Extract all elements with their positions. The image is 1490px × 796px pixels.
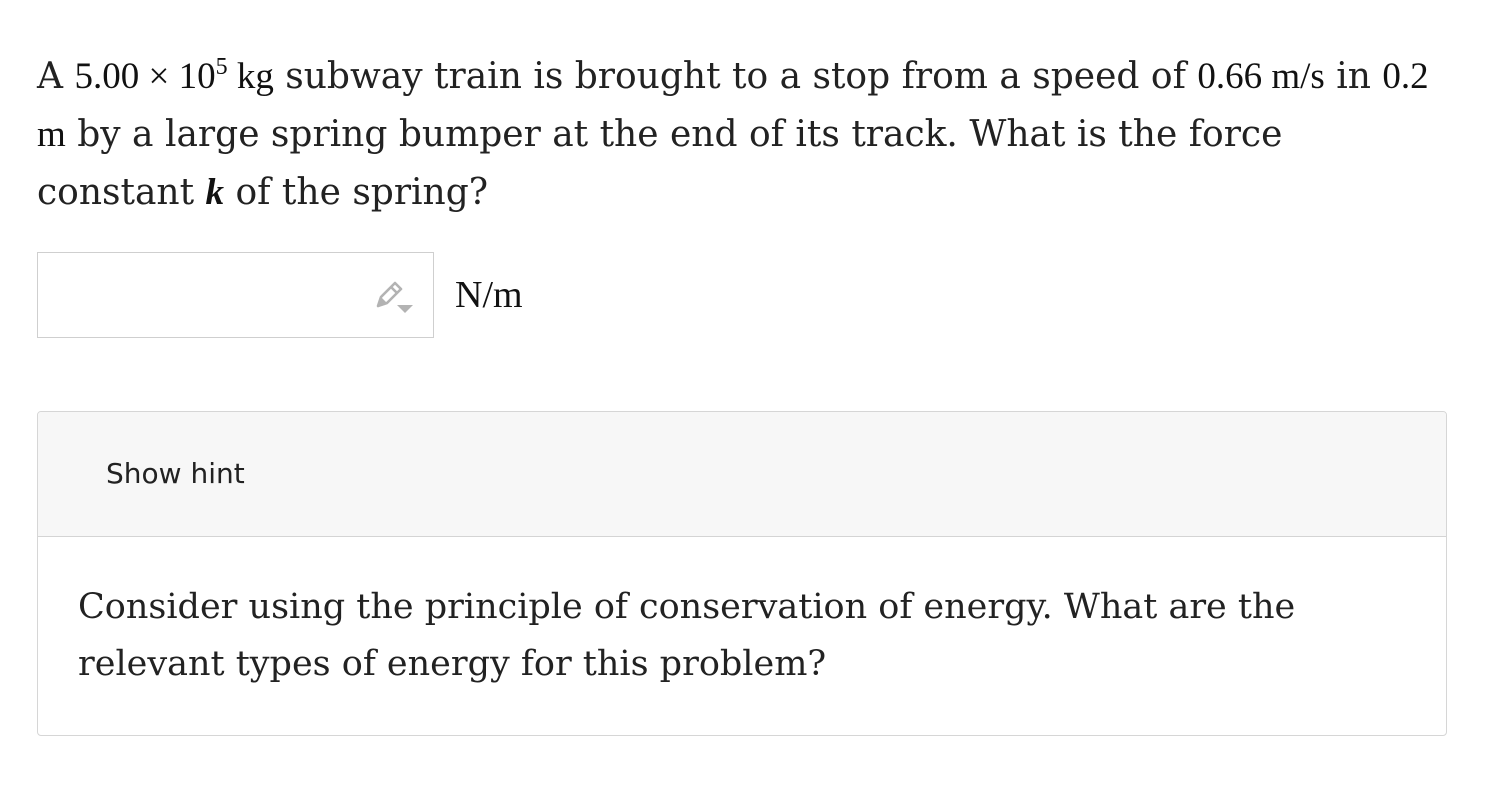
question-text: A 5.00 × 105 kg subway train is brought … [37, 48, 1437, 222]
pencil-dropdown-icon[interactable] [372, 280, 416, 316]
force-constant-variable: k [205, 172, 225, 213]
hint-panel: Show hint Consider using the principle o… [37, 411, 1447, 736]
question-text-part-3: in [1324, 56, 1383, 97]
question-text-part-5: of the spring? [224, 172, 489, 213]
mass-coefficient: 5.00 [74, 56, 140, 97]
question-text-part-1: A [37, 56, 75, 97]
hint-text: Consider using the principle of conserva… [78, 587, 1296, 684]
distance-number: 0.2 [1382, 56, 1429, 97]
times-symbol: × [148, 56, 170, 97]
speed-number: 0.66 [1197, 56, 1263, 97]
answer-field[interactable] [37, 252, 434, 338]
question-text-part-2: subway train is brought to a stop from a… [273, 56, 1198, 97]
show-hint-label: Show hint [106, 457, 245, 490]
mass-value: 5.00 × 105 kg [74, 54, 274, 97]
pencil-dropdown-icon-graphic [376, 281, 413, 313]
distance-unit: m [37, 114, 66, 155]
answer-input[interactable] [38, 253, 358, 337]
answer-unit: N/m [455, 274, 523, 316]
show-hint-toggle[interactable]: Show hint [38, 412, 1446, 537]
power-base: 10 [178, 56, 216, 97]
answer-row: N/m [37, 251, 523, 339]
mass-exponent: 5 [215, 54, 228, 80]
speed-value: 0.66 m/s [1197, 56, 1324, 97]
speed-unit: m/s [1271, 56, 1325, 97]
mass-unit: kg [236, 56, 274, 97]
